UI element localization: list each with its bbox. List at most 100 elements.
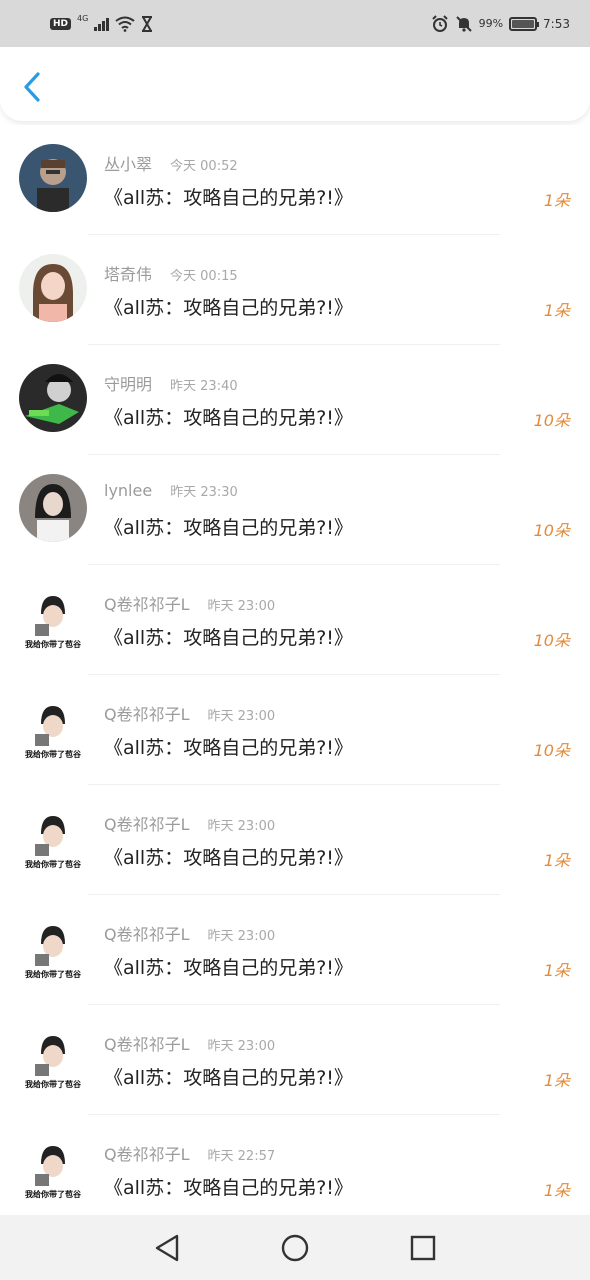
name-row: 塔奇伟 今天 00:15 <box>104 261 238 285</box>
list-item[interactable]: 我给你带了苞谷 Q卷祁祁子L 昨天 23:00 《all苏：攻略自己的兄弟?!》… <box>0 675 590 785</box>
timestamp: 昨天 23:00 <box>207 709 276 724</box>
network-type: 4G <box>77 14 89 23</box>
flower-count: 1朵 <box>543 961 570 980</box>
flower-count: 10朵 <box>533 741 570 760</box>
timestamp: 昨天 23:00 <box>207 599 276 614</box>
list-item[interactable]: 塔奇伟 今天 00:15 《all苏：攻略自己的兄弟?!》 1朵 <box>0 235 590 345</box>
flower-count: 1朵 <box>543 1071 570 1090</box>
name-row: Q卷祁祁子L 昨天 22:57 <box>104 1141 275 1165</box>
back-triangle-icon <box>155 1234 179 1261</box>
timestamp: 昨天 23:00 <box>207 1039 276 1054</box>
nav-home-button[interactable] <box>275 1228 315 1268</box>
avatar[interactable]: 我给你带了苞谷 <box>19 584 87 652</box>
name-row: Q卷祁祁子L 昨天 23:00 <box>104 591 275 615</box>
timestamp: 昨天 22:57 <box>207 1149 276 1164</box>
status-time: 7:53 <box>543 16 570 31</box>
sticker-caption: 我给你带了苞谷 <box>25 1080 81 1089</box>
sticker-caption: 我给你带了苞谷 <box>25 750 81 759</box>
message-text: 《all苏：攻略自己的兄弟?!》 <box>104 297 353 319</box>
list-item[interactable]: 我给你带了苞谷 Q卷祁祁子L 昨天 23:00 《all苏：攻略自己的兄弟?!》… <box>0 565 590 675</box>
header <box>0 47 590 121</box>
message-text: 《all苏：攻略自己的兄弟?!》 <box>104 407 353 429</box>
timestamp: 昨天 23:00 <box>207 929 276 944</box>
user-name[interactable]: Q卷祁祁子L <box>104 701 190 725</box>
home-circle-icon <box>281 1234 309 1261</box>
flower-count: 10朵 <box>533 631 570 650</box>
flower-count: 1朵 <box>543 1181 570 1200</box>
status-right: 99% 7:53 <box>431 14 570 33</box>
message-text: 《all苏：攻略自己的兄弟?!》 <box>104 517 353 539</box>
avatar[interactable]: 我给你带了苞谷 <box>19 804 87 872</box>
user-name[interactable]: 守明明 <box>104 371 152 395</box>
alarm-icon <box>431 14 448 32</box>
timestamp: 昨天 23:00 <box>207 819 276 834</box>
list-item[interactable]: 我给你带了苞谷 Q卷祁祁子L 昨天 23:00 《all苏：攻略自己的兄弟?!》… <box>0 785 590 895</box>
avatar[interactable] <box>19 364 87 432</box>
gift-list[interactable]: 丛小翠 今天 00:52 《all苏：攻略自己的兄弟?!》 1朵 塔奇伟 今天 … <box>0 125 590 1215</box>
sticker-caption: 我给你带了苞谷 <box>25 640 81 649</box>
list-item[interactable]: 我给你带了苞谷 Q卷祁祁子L 昨天 23:00 《all苏：攻略自己的兄弟?!》… <box>0 1005 590 1115</box>
avatar[interactable] <box>19 474 87 542</box>
message-text: 《all苏：攻略自己的兄弟?!》 <box>104 1067 353 1089</box>
flower-count: 1朵 <box>543 851 570 870</box>
flower-count: 10朵 <box>533 521 570 540</box>
name-row: 守明明 昨天 23:40 <box>104 371 238 395</box>
name-row: Q卷祁祁子L 昨天 23:00 <box>104 921 275 945</box>
user-name[interactable]: Q卷祁祁子L <box>104 1031 190 1055</box>
battery-icon <box>509 16 540 31</box>
avatar[interactable]: 我给你带了苞谷 <box>19 914 87 982</box>
back-button[interactable] <box>14 67 50 107</box>
list-item[interactable]: 我给你带了苞谷 Q卷祁祁子L 昨天 23:00 《all苏：攻略自己的兄弟?!》… <box>0 895 590 1005</box>
list-item[interactable]: 守明明 昨天 23:40 《all苏：攻略自己的兄弟?!》 10朵 <box>0 345 590 455</box>
timestamp: 昨天 23:40 <box>170 379 238 394</box>
status-left: HD 4G <box>50 14 153 32</box>
list-item[interactable]: 我给你带了苞谷 Q卷祁祁子L 昨天 22:57 《all苏：攻略自己的兄弟?!》… <box>0 1115 590 1215</box>
avatar[interactable] <box>19 144 87 212</box>
status-bar: HD 4G 99% 7:53 <box>0 0 590 47</box>
sticker-caption: 我给你带了苞谷 <box>25 1190 81 1199</box>
timestamp: 今天 00:15 <box>170 269 238 284</box>
battery-percent: 99% <box>478 17 504 30</box>
hourglass-icon <box>142 15 153 32</box>
name-row: 丛小翠 今天 00:52 <box>104 151 238 175</box>
avatar[interactable]: 我给你带了苞谷 <box>19 1134 87 1202</box>
user-name[interactable]: 塔奇伟 <box>104 261 152 285</box>
message-text: 《all苏：攻略自己的兄弟?!》 <box>104 957 353 979</box>
recents-square-icon <box>410 1235 436 1260</box>
user-name[interactable]: Q卷祁祁子L <box>104 1141 190 1165</box>
user-name[interactable]: lynlee <box>104 481 152 500</box>
name-row: Q卷祁祁子L 昨天 23:00 <box>104 1031 275 1055</box>
name-row: lynlee 昨天 23:30 <box>104 481 238 500</box>
list-item[interactable]: lynlee 昨天 23:30 《all苏：攻略自己的兄弟?!》 10朵 <box>0 455 590 565</box>
name-row: Q卷祁祁子L 昨天 23:00 <box>104 811 275 835</box>
timestamp: 今天 00:52 <box>170 159 238 174</box>
message-text: 《all苏：攻略自己的兄弟?!》 <box>104 627 353 649</box>
nav-recents-button[interactable] <box>403 1228 443 1268</box>
sticker-caption: 我给你带了苞谷 <box>25 860 81 869</box>
flower-count: 1朵 <box>543 301 570 320</box>
user-name[interactable]: Q卷祁祁子L <box>104 811 190 835</box>
chevron-left-icon <box>24 72 40 102</box>
avatar[interactable]: 我给你带了苞谷 <box>19 694 87 762</box>
user-name[interactable]: 丛小翠 <box>104 151 152 175</box>
flower-count: 1朵 <box>543 191 570 210</box>
user-name[interactable]: Q卷祁祁子L <box>104 591 190 615</box>
avatar[interactable] <box>19 254 87 322</box>
flower-count: 10朵 <box>533 411 570 430</box>
sticker-caption: 我给你带了苞谷 <box>25 970 81 979</box>
timestamp: 昨天 23:30 <box>170 485 238 500</box>
nav-back-button[interactable] <box>147 1228 187 1268</box>
message-text: 《all苏：攻略自己的兄弟?!》 <box>104 187 353 209</box>
message-text: 《all苏：攻略自己的兄弟?!》 <box>104 737 353 759</box>
wifi-icon <box>115 16 135 32</box>
message-text: 《all苏：攻略自己的兄弟?!》 <box>104 847 353 869</box>
signal-icon <box>94 17 110 31</box>
hd-icon: HD <box>50 17 72 30</box>
user-name[interactable]: Q卷祁祁子L <box>104 921 190 945</box>
name-row: Q卷祁祁子L 昨天 23:00 <box>104 701 275 725</box>
mute-icon <box>455 15 472 32</box>
system-nav-bar <box>0 1215 590 1280</box>
message-text: 《all苏：攻略自己的兄弟?!》 <box>104 1177 353 1199</box>
list-item[interactable]: 丛小翠 今天 00:52 《all苏：攻略自己的兄弟?!》 1朵 <box>0 125 590 235</box>
avatar[interactable]: 我给你带了苞谷 <box>19 1024 87 1092</box>
